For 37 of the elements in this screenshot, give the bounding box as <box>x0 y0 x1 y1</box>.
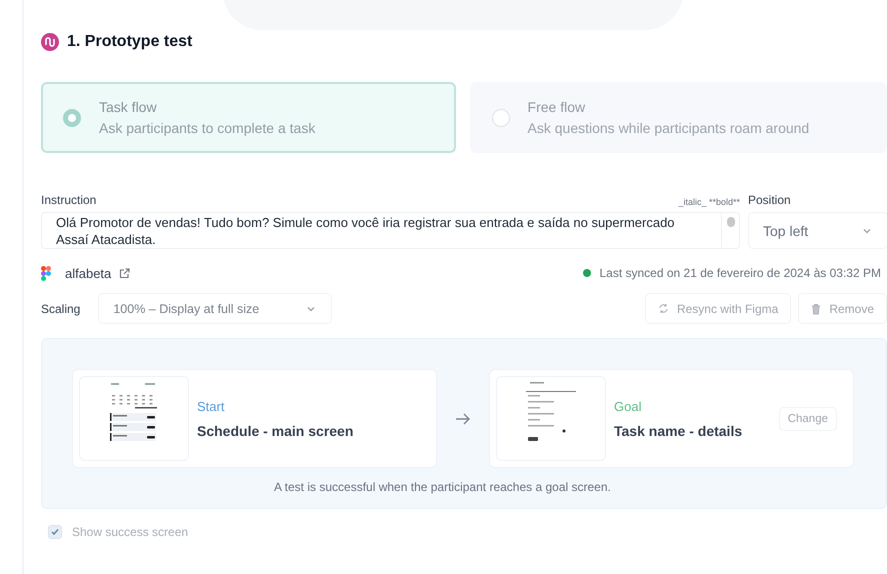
checkbox[interactable] <box>48 525 62 539</box>
external-link-icon[interactable] <box>119 268 130 278</box>
field-label: Instruction <box>41 193 96 207</box>
flow-caption: A test is successful when the participant reaches a goal screen. <box>274 480 611 494</box>
option-description: Ask questions while participants roam around <box>528 120 810 136</box>
radio-icon <box>63 108 81 126</box>
sync-status: Last synced on 21 de fevereiro de 2024 às 03:32 PM <box>599 266 881 280</box>
check-icon <box>50 527 60 537</box>
remove-button[interactable]: Remove <box>798 293 887 324</box>
scaling-select[interactable]: 100% – Display at full size <box>98 293 332 324</box>
file-name: alfabeta <box>65 266 112 280</box>
trash-icon <box>811 302 822 314</box>
checkbox-label: Show success screen <box>72 525 188 539</box>
option-description: Ask participants to complete a task <box>99 120 316 136</box>
screen-name: Schedule - main screen <box>197 422 354 438</box>
screen-role: Start <box>197 398 226 414</box>
arrow-right-icon <box>455 412 471 424</box>
prototype-badge-icon <box>41 33 59 51</box>
section-title: 1. Prototype test <box>67 33 192 51</box>
field-label: Position <box>748 193 791 207</box>
resync-button[interactable]: Resync with Figma <box>644 293 792 324</box>
screen-name: Task name - details <box>614 422 744 438</box>
screen-role: Goal <box>614 398 642 414</box>
figma-logo-icon <box>41 266 51 280</box>
flow-option[interactable]: Task flow Ask participants to complete a task <box>41 82 456 153</box>
screen-card[interactable]: Start Schedule - main screen <box>72 369 437 468</box>
format-hint: _italic_ **bold** <box>678 197 740 207</box>
change-button[interactable]: Change <box>778 406 837 430</box>
flow-option[interactable]: Free flow Ask questions while participants roam around <box>470 82 887 153</box>
sync-icon <box>658 303 669 314</box>
screen-card[interactable]: Goal Task name - details Change <box>489 369 854 468</box>
radio-icon <box>492 108 510 126</box>
field-label: Scaling <box>41 302 80 316</box>
option-title: Free flow <box>528 99 586 115</box>
status-dot-icon <box>583 269 592 277</box>
option-title: Task flow <box>99 99 158 115</box>
position-select[interactable]: Top left <box>748 212 887 249</box>
